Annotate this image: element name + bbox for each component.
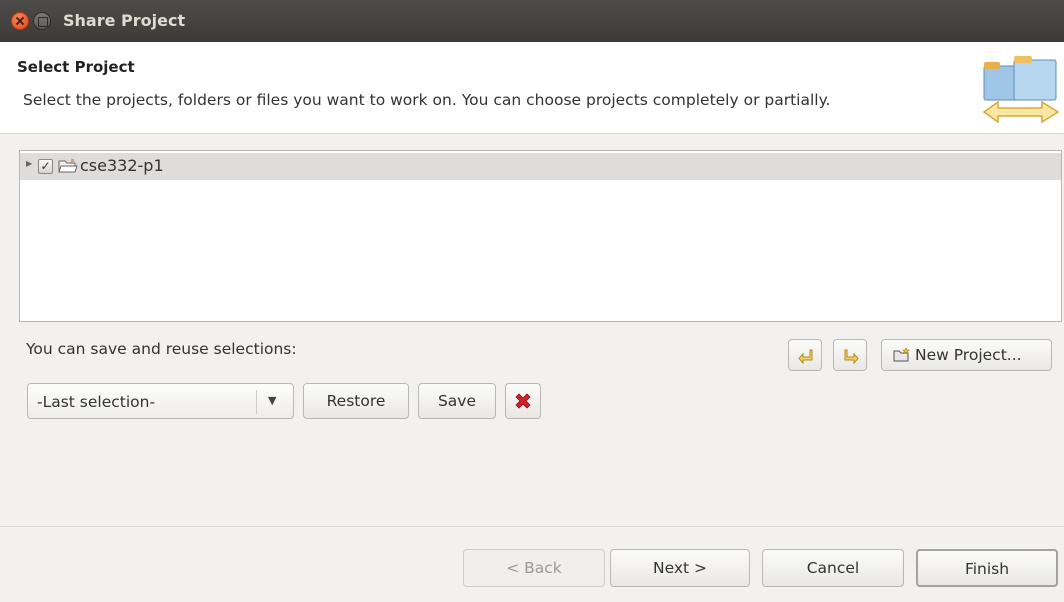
next-selection-button[interactable] bbox=[833, 339, 867, 371]
new-project-icon bbox=[893, 347, 910, 362]
combo-divider bbox=[256, 390, 257, 414]
save-button[interactable]: Save bbox=[418, 383, 496, 419]
close-icon[interactable] bbox=[11, 12, 29, 30]
delete-x-icon bbox=[515, 393, 531, 409]
footer-divider bbox=[0, 526, 1064, 527]
share-project-icon bbox=[982, 56, 1060, 124]
title-bar: Share Project bbox=[0, 0, 1064, 42]
next-button[interactable]: Next > bbox=[610, 549, 750, 587]
project-tree[interactable]: ▶ ✓ cse332-p1 bbox=[19, 150, 1062, 322]
wizard-header: Select Project Select the projects, fold… bbox=[0, 42, 1064, 134]
save-selections-label: You can save and reuse selections: bbox=[26, 340, 297, 358]
previous-selection-button[interactable] bbox=[788, 339, 822, 371]
expand-arrow-icon[interactable]: ▶ bbox=[26, 159, 32, 168]
minimize-icon[interactable] bbox=[33, 12, 51, 30]
window-title: Share Project bbox=[63, 11, 186, 30]
new-project-label: New Project... bbox=[915, 346, 1022, 364]
chevron-down-icon[interactable]: ▼ bbox=[268, 394, 276, 407]
redo-arrow-icon bbox=[844, 349, 859, 365]
page-description: Select the projects, folders or files yo… bbox=[23, 91, 831, 109]
checkbox-icon[interactable]: ✓ bbox=[38, 159, 53, 174]
tree-row[interactable]: ▶ ✓ cse332-p1 bbox=[20, 153, 1061, 180]
tree-item-label: cse332-p1 bbox=[80, 156, 164, 175]
cancel-button[interactable]: Cancel bbox=[762, 549, 904, 587]
delete-selection-button[interactable] bbox=[505, 383, 541, 419]
restore-button[interactable]: Restore bbox=[303, 383, 409, 419]
back-button[interactable]: < Back bbox=[463, 549, 605, 587]
finish-button[interactable]: Finish bbox=[916, 549, 1058, 587]
selection-combo[interactable]: -Last selection- ▼ bbox=[27, 383, 294, 419]
page-title: Select Project bbox=[17, 58, 135, 76]
undo-arrow-icon bbox=[798, 349, 813, 365]
open-folder-icon bbox=[58, 159, 78, 173]
combo-value: -Last selection- bbox=[37, 393, 156, 411]
new-project-button[interactable]: New Project... bbox=[881, 339, 1052, 371]
